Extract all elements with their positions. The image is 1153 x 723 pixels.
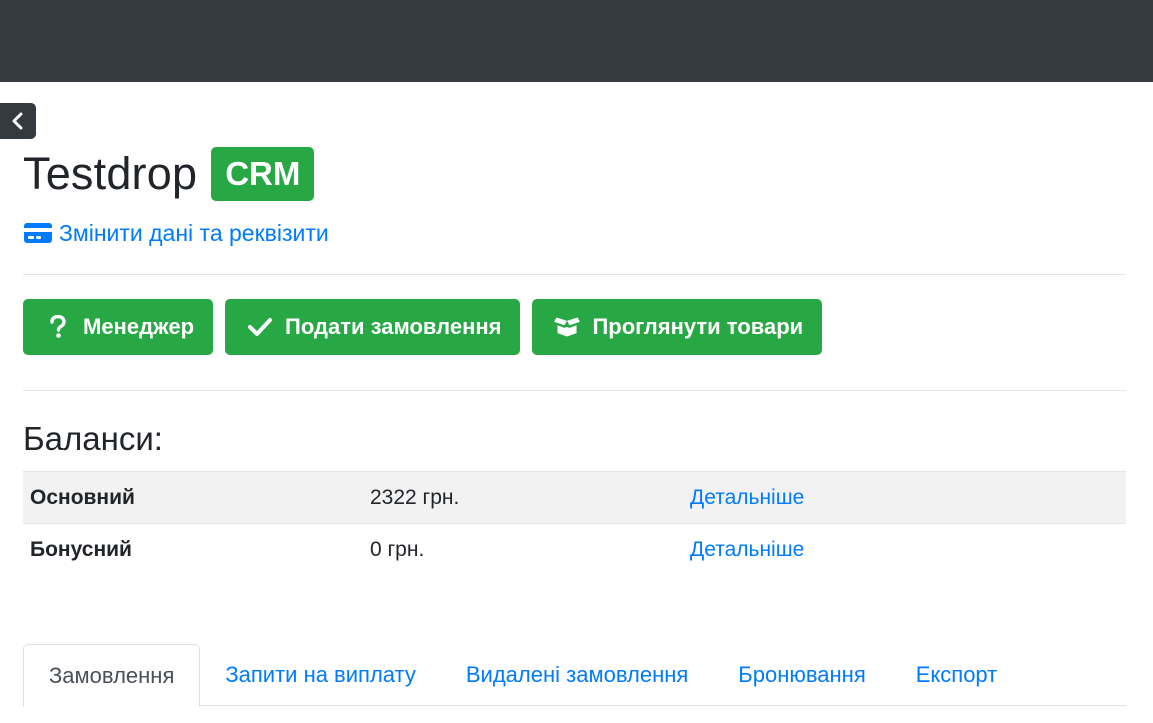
credit-card-icon [23, 222, 53, 244]
edit-details-label: Змінити дані та реквізити [59, 219, 329, 246]
title-row: Testdrop CRM [23, 146, 315, 202]
tab-reservations[interactable]: Бронювання [713, 644, 890, 706]
tab-deleted-orders[interactable]: Видалені замовлення [441, 644, 713, 706]
table-row: Бонусний 0 грн. Детальніше [23, 523, 1126, 575]
divider [23, 390, 1126, 391]
tab-orders[interactable]: Замовлення [23, 644, 201, 707]
manager-button[interactable]: Менеджер [23, 299, 214, 355]
balance-details-link[interactable]: Детальніше [690, 538, 804, 562]
balance-details-link[interactable]: Детальніше [690, 486, 804, 510]
check-icon [247, 314, 273, 340]
view-products-label: Проглянути товари [592, 314, 804, 339]
submit-order-button[interactable]: Подати замовлення [225, 299, 521, 355]
tab-payout-requests[interactable]: Запити на виплату [200, 644, 441, 706]
balance-amount: 2322 грн. [370, 485, 460, 509]
top-navbar [0, 0, 1153, 82]
action-buttons: Менеджер Подати замовлення Проглянути то… [23, 299, 823, 355]
balance-name: Бонусний [30, 537, 132, 561]
submit-order-label: Подати замовлення [285, 314, 502, 339]
balance-name: Основний [30, 485, 135, 509]
box-open-icon [554, 314, 581, 340]
balances-table: Основний 2322 грн. Детальніше Бонусний 0… [23, 471, 1126, 575]
chevron-left-icon [11, 112, 25, 130]
back-button[interactable] [0, 103, 36, 139]
tabs-bar: Замовлення Запити на виплату Видалені за… [23, 644, 1126, 707]
edit-details-link[interactable]: Змінити дані та реквізити [23, 216, 329, 250]
divider [23, 274, 1126, 275]
table-row: Основний 2322 грн. Детальніше [23, 471, 1126, 523]
manager-label: Менеджер [83, 314, 195, 339]
question-icon [45, 314, 71, 340]
tab-export[interactable]: Експорт [891, 644, 1023, 706]
balance-amount: 0 грн. [370, 537, 425, 561]
page-title: Testdrop [23, 148, 198, 199]
view-products-button[interactable]: Проглянути товари [532, 299, 823, 355]
crm-badge: CRM [211, 147, 315, 201]
balances-title: Баланси: [23, 420, 163, 457]
